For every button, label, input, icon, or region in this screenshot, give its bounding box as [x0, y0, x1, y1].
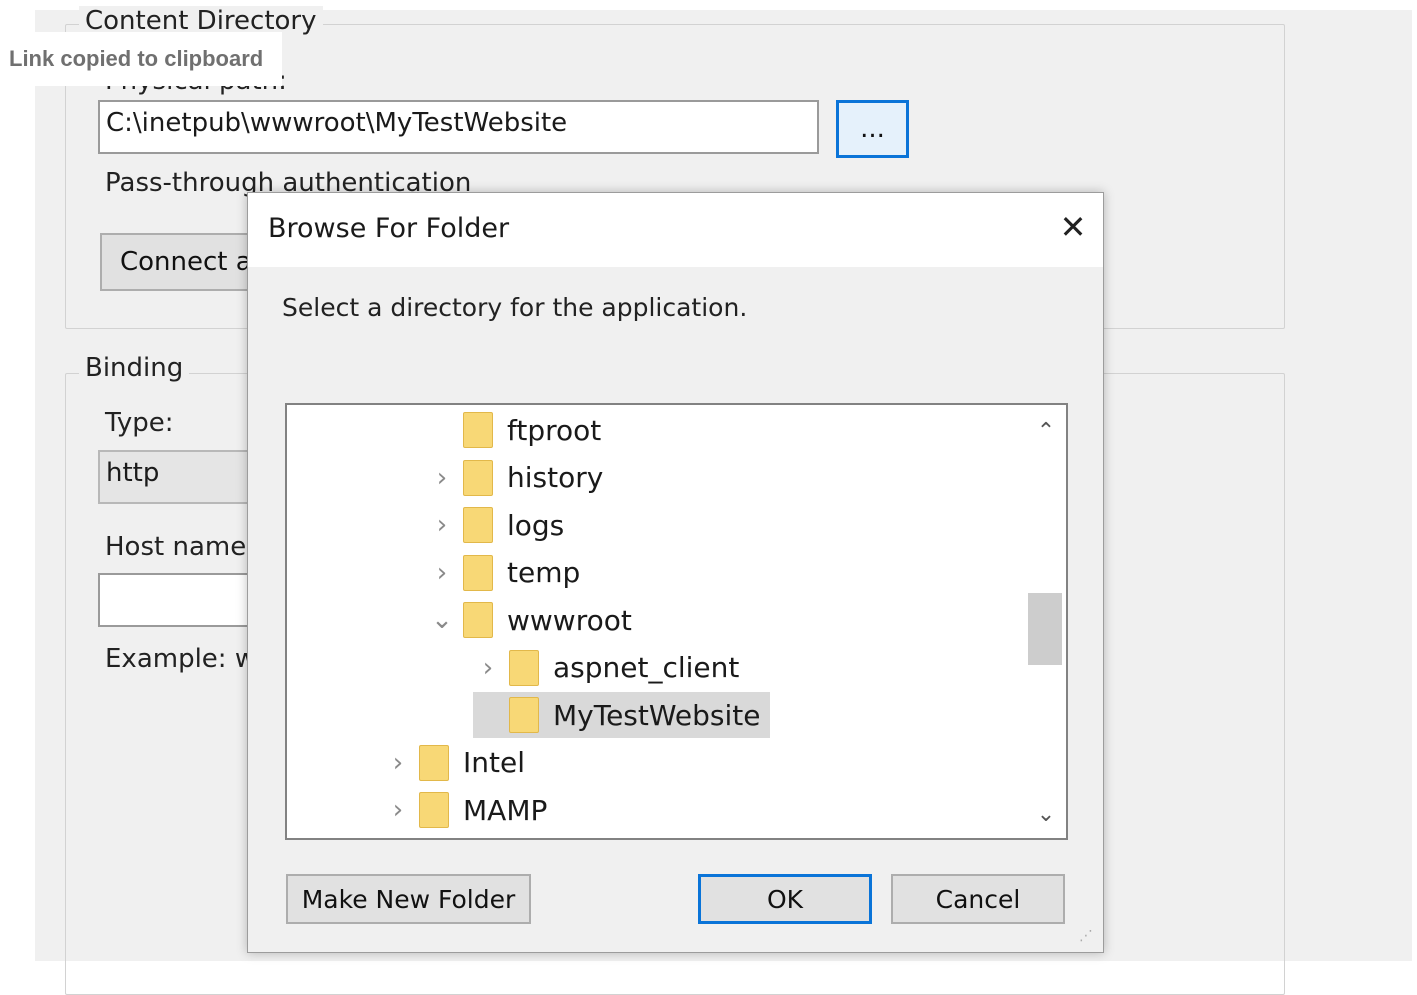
browse-path-button[interactable]: ...	[836, 100, 909, 158]
binding-type-label: Type:	[105, 408, 174, 438]
tree-node-wwwroot[interactable]: ⌄ wwwroot	[427, 597, 632, 643]
browse-for-folder-dialog: Browse For Folder ✕ Select a directory f…	[247, 192, 1104, 953]
tree-node-label: MAMP	[463, 793, 548, 827]
folder-icon	[463, 412, 493, 448]
tree-node-mamp[interactable]: › MAMP	[383, 787, 547, 833]
dialog-titlebar: Browse For Folder ✕	[248, 193, 1103, 267]
scroll-thumb[interactable]	[1028, 593, 1062, 665]
resize-grip-icon[interactable]: ⋰	[1079, 928, 1097, 946]
chevron-right-icon[interactable]: ›	[383, 787, 413, 833]
folder-icon	[509, 649, 539, 686]
chevron-right-icon[interactable]: ›	[427, 502, 457, 548]
tree-node-label: wwwroot	[507, 603, 632, 637]
close-icon[interactable]: ✕	[1053, 207, 1093, 247]
host-name-example: Example: w	[105, 644, 257, 674]
tree-node-aspnet-client[interactable]: › aspnet_client	[473, 645, 739, 691]
dialog-title: Browse For Folder	[268, 213, 510, 244]
folder-tree[interactable]: ⌃ ⌄ ftproot › history › logs › temp ⌄ wwwroot › as…	[285, 403, 1068, 840]
tree-scrollbar[interactable]: ⌃ ⌄	[1026, 405, 1066, 838]
folder-icon	[419, 792, 449, 828]
no-expander	[473, 692, 503, 738]
folder-icon	[419, 744, 449, 781]
tree-node-temp[interactable]: › temp	[427, 550, 580, 596]
chevron-right-icon[interactable]: ›	[383, 740, 413, 786]
tree-node-label: ftproot	[507, 413, 602, 447]
host-name-label: Host name:	[105, 532, 255, 562]
chevron-right-icon[interactable]: ›	[473, 645, 503, 691]
scroll-up-icon[interactable]: ⌃	[1026, 411, 1066, 451]
dialog-instruction: Select a directory for the application.	[282, 293, 748, 322]
tree-node-label: temp	[507, 556, 581, 589]
tree-node-intel[interactable]: › Intel	[383, 740, 525, 786]
scroll-down-icon[interactable]: ⌄	[1026, 794, 1066, 834]
tree-node-label: logs	[507, 508, 565, 542]
folder-icon	[509, 697, 539, 733]
tree-node-label: history	[507, 461, 604, 494]
make-new-folder-button[interactable]: Make New Folder	[286, 874, 531, 924]
physical-path-input[interactable]: C:\inetpub\wwwroot\MyTestWebsite	[98, 100, 819, 154]
folder-icon	[463, 507, 493, 543]
tree-node-label: MyTestWebsite	[553, 698, 761, 732]
tree-node-label: aspnet_client	[553, 651, 740, 684]
ok-button[interactable]: OK	[698, 874, 872, 924]
tree-node-mytestwebsite[interactable]: MyTestWebsite	[473, 692, 771, 738]
chevron-right-icon[interactable]: ›	[427, 455, 457, 501]
chevron-right-icon[interactable]: ›	[427, 550, 457, 596]
folder-icon	[463, 554, 493, 591]
tree-node-ftproot[interactable]: ftproot	[427, 407, 601, 453]
link-copied-toast: Link copied to clipboard	[0, 32, 282, 86]
tree-node-logs[interactable]: › logs	[427, 502, 564, 548]
no-expander	[427, 407, 457, 453]
cancel-button[interactable]: Cancel	[891, 874, 1065, 924]
binding-label: Binding	[79, 353, 190, 383]
folder-icon	[463, 459, 493, 496]
folder-icon	[463, 602, 493, 638]
chevron-down-icon[interactable]: ⌄	[427, 597, 457, 643]
tree-node-history[interactable]: › history	[427, 455, 603, 501]
tree-node-label: Intel	[463, 746, 525, 779]
